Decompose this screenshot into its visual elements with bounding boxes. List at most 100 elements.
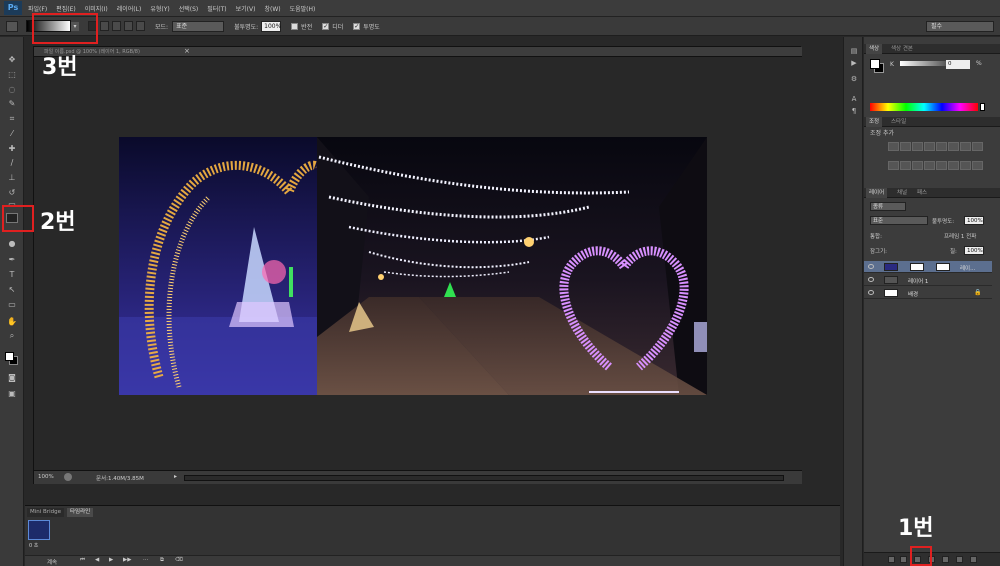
propagate-frame-label[interactable]: 프레임 1 전파 [944,232,976,240]
tab-mini-bridge[interactable]: Mini Bridge [27,508,64,517]
tab-adjustments[interactable]: 조정 [866,117,883,127]
play-icon[interactable]: ▶ [109,557,113,563]
tab-color[interactable]: 색상 [866,44,883,54]
timeline-frame-thumbnail[interactable] [28,520,50,540]
eye-icon[interactable] [868,290,874,295]
paragraph-icon[interactable]: ¶ [849,107,859,116]
delete-frame-icon[interactable]: ⌫ [175,557,183,563]
photo-filter-icon[interactable] [900,161,911,170]
tab-swatches[interactable]: 색상 견본 [888,44,916,54]
color-spectrum[interactable] [870,103,978,111]
new-layer-icon[interactable] [956,556,963,563]
first-frame-icon[interactable]: ⏮ [80,557,85,564]
group-icon[interactable] [942,556,949,563]
delete-layer-icon[interactable] [970,556,977,563]
selective-color-icon[interactable] [972,161,983,170]
fill-field[interactable]: 100% [964,246,984,255]
status-icon[interactable] [64,473,72,481]
eye-icon[interactable] [868,264,874,269]
opacity-field[interactable]: 100% [261,20,281,32]
tool-preset-picker[interactable] [6,20,18,32]
dodge-tool-icon[interactable]: ● [6,239,18,249]
posterize-icon[interactable] [948,161,959,170]
tab-paths[interactable]: 패스 [914,188,930,198]
menu-select[interactable]: 선택(S) [179,4,199,13]
diamond-gradient-button[interactable] [136,21,145,31]
tab-timeline[interactable]: 타임라인 [67,508,94,517]
layer-row[interactable]: 레이... [864,261,992,273]
next-frame-icon[interactable]: ▶▶ [123,557,131,563]
properties-icon[interactable]: ⚙ [849,75,859,84]
clone-stamp-tool-icon[interactable]: ⊥ [6,173,18,183]
reverse-checkbox[interactable] [291,22,299,30]
channel-mixer-icon[interactable] [912,161,923,170]
close-icon[interactable]: × [184,47,190,55]
hand-tool-icon[interactable]: ✋ [6,317,18,327]
pen-tool-icon[interactable]: ✒ [6,255,18,265]
arrow-right-icon[interactable]: ▸ [174,473,177,480]
black-white-icon[interactable] [888,161,899,170]
reflected-gradient-button[interactable] [124,21,133,31]
color-lookup-icon[interactable] [924,161,935,170]
quick-mask-icon[interactable]: ◙ [6,373,18,383]
mode-select[interactable]: 표준 [172,20,225,32]
loop-select[interactable]: 계속 [47,558,57,566]
menu-window[interactable]: 창(W) [264,4,280,13]
zoom-value[interactable]: 100% [38,474,54,480]
menu-help[interactable]: 도움말(H) [290,4,316,13]
tab-channels[interactable]: 채널 [894,188,910,198]
history-brush-tool-icon[interactable]: ↺ [6,188,18,198]
color-panel-foreground[interactable] [870,59,880,69]
tween-icon[interactable]: ⋯ [143,557,149,563]
character-icon[interactable]: A [849,95,859,104]
history-icon[interactable]: ▤ [849,47,859,56]
screen-mode-icon[interactable]: ▣ [6,389,18,399]
tab-layers[interactable]: 레이어 [866,188,888,198]
link-layers-icon[interactable] [888,556,895,563]
menu-layer[interactable]: 레이어(L) [117,4,142,13]
menu-type[interactable]: 유형(Y) [150,4,169,13]
rectangle-tool-icon[interactable]: ▭ [6,300,18,310]
layer-row[interactable]: 배경 🔒 [864,287,992,299]
spectrum-white-swatch[interactable] [980,103,985,111]
menu-filter[interactable]: 필터(T) [207,4,226,13]
actions-icon[interactable]: ▶ [849,59,859,68]
dither-checkbox[interactable]: ✓ [322,22,330,30]
levels-icon[interactable] [900,142,911,151]
canvas-image[interactable] [119,137,707,395]
horizontal-scrollbar[interactable] [184,475,784,481]
layer-kind-filter[interactable]: 종류 [870,202,906,211]
healing-brush-tool-icon[interactable]: ✚ [6,144,18,154]
exposure-icon[interactable] [924,142,935,151]
menu-edit[interactable]: 편집(E) [56,4,76,13]
zoom-tool-icon[interactable]: ⌕ [6,331,18,341]
angle-gradient-button[interactable] [112,21,121,31]
path-select-tool-icon[interactable]: ↖ [6,285,18,295]
hue-saturation-icon[interactable] [960,142,971,151]
menu-image[interactable]: 이미지(I) [85,4,108,13]
invert-icon[interactable] [936,161,947,170]
brush-tool-icon[interactable]: ∕ [6,158,18,168]
vibrance-icon[interactable] [948,142,959,151]
curves-icon[interactable] [912,142,923,151]
type-tool-icon[interactable]: T [6,270,18,280]
document-tab[interactable]: 파일 이름.psd @ 100% (레이어 1, RGB/8) × [34,47,802,57]
workspace-select[interactable]: 필수 [926,21,994,32]
radial-gradient-button[interactable] [100,21,109,31]
brightness-icon[interactable] [888,142,899,151]
foreground-color-swatch[interactable] [5,352,14,361]
crop-tool-icon[interactable]: ⌗ [6,114,18,124]
marquee-tool-icon[interactable]: ⬚ [6,70,18,80]
eyedropper-tool-icon[interactable]: ⁄ [6,129,18,139]
k-value-field[interactable]: 0 [946,60,970,69]
canvas[interactable] [34,57,802,470]
menu-file[interactable]: 파일(F) [28,4,47,13]
tab-styles[interactable]: 스타일 [888,117,909,127]
document-size-info[interactable]: 문서:1.40M/3.85M [96,474,144,482]
gradient-map-icon[interactable] [936,142,947,151]
lasso-tool-icon[interactable]: ◌ [6,85,18,95]
transparency-checkbox[interactable]: ✓ [353,22,361,30]
layer-opacity-field[interactable]: 100% [964,216,984,225]
duplicate-frame-icon[interactable]: ⧉ [160,557,164,564]
menu-view[interactable]: 보기(V) [236,4,256,13]
